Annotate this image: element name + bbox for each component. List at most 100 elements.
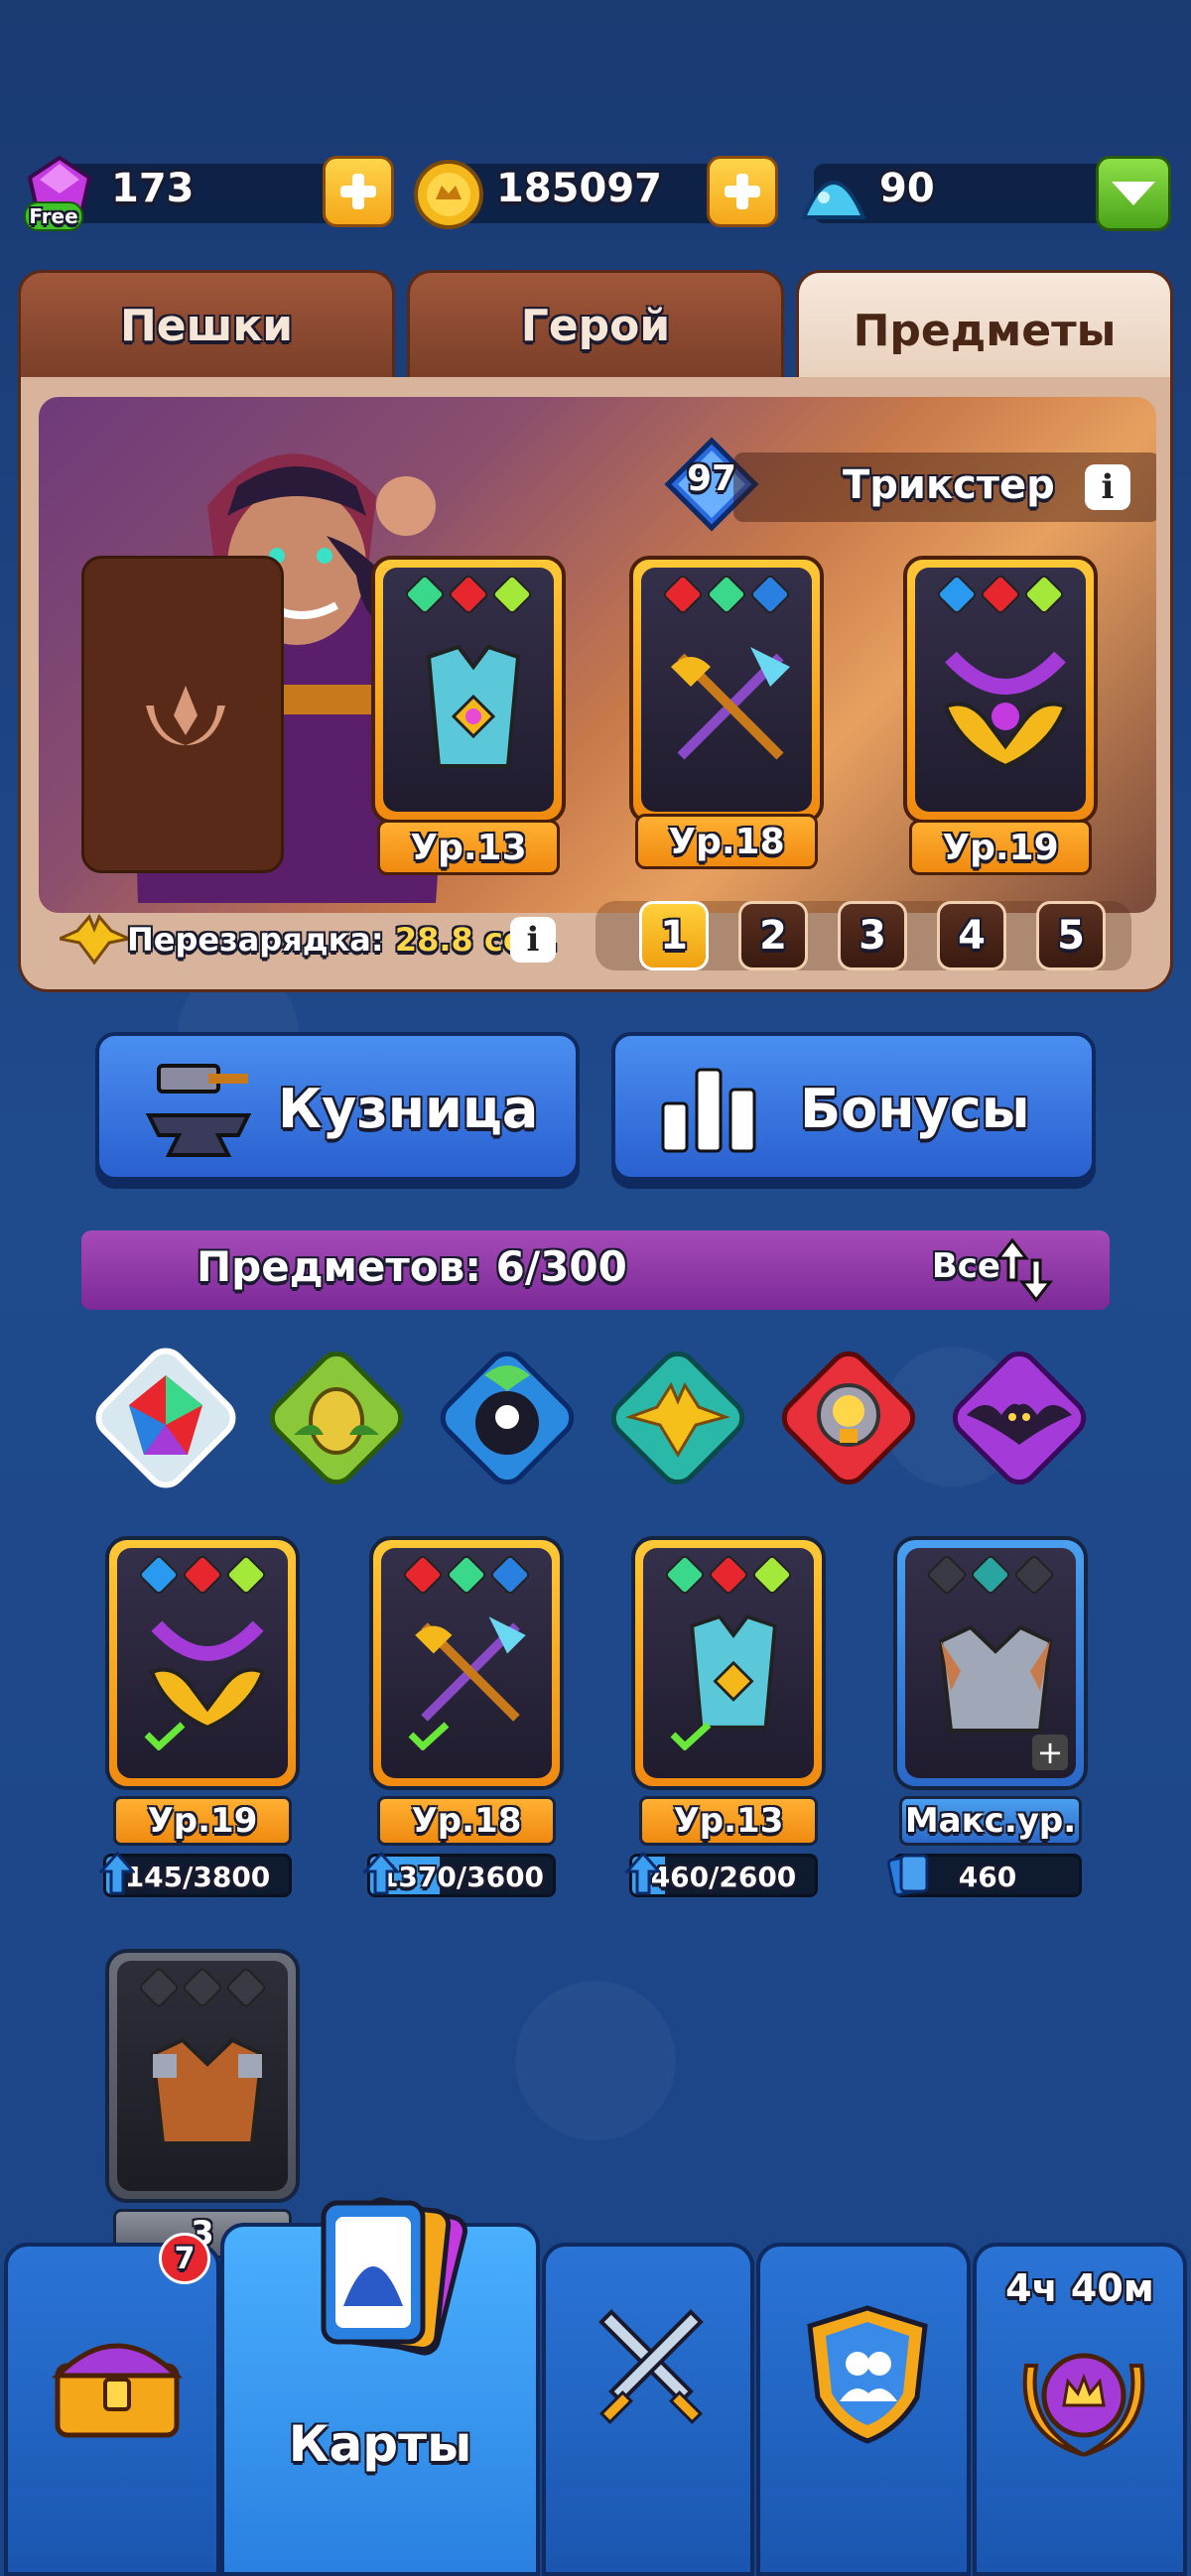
season-laurel-icon bbox=[1022, 2353, 1145, 2457]
bottom-navigation: 7 Карты 4ч 40м bbox=[0, 2197, 1191, 2576]
chest-notification-badge: 7 bbox=[159, 2233, 210, 2284]
equipped-item-armor[interactable] bbox=[371, 556, 566, 824]
tab-items[interactable]: Предметы bbox=[796, 270, 1173, 389]
gem-icon bbox=[663, 1553, 707, 1597]
equipped-check-icon bbox=[670, 1722, 712, 1750]
item-level: Ур.18 bbox=[377, 1796, 556, 1846]
buy-gems-button[interactable] bbox=[323, 156, 394, 227]
gem-sockets bbox=[383, 573, 554, 616]
nav-tab-cards[interactable]: Карты bbox=[220, 2197, 540, 2576]
forge-button[interactable]: Кузница bbox=[95, 1032, 580, 1181]
sort-icon[interactable] bbox=[994, 1236, 1054, 1304]
tab-items-label: Предметы bbox=[853, 306, 1117, 356]
free-badge: Free bbox=[24, 201, 83, 231]
equipped-check-icon bbox=[144, 1722, 186, 1750]
forge-label: Кузница bbox=[278, 1078, 539, 1140]
gem-icon bbox=[445, 1553, 488, 1597]
nav-tab-cards-label: Карты bbox=[288, 2415, 472, 2473]
inventory-item[interactable]: + bbox=[893, 1536, 1088, 1790]
gem-sockets bbox=[641, 573, 812, 616]
amulet-icon bbox=[943, 651, 1068, 769]
empty-equip-slot[interactable] bbox=[81, 556, 284, 873]
gem-icon bbox=[181, 1966, 224, 2009]
gem-icon bbox=[490, 573, 534, 616]
armor-icon bbox=[690, 1614, 777, 1730]
eagle-icon bbox=[60, 914, 129, 966]
gem-icon bbox=[224, 1553, 268, 1597]
tab-pawns[interactable]: Пешки bbox=[18, 270, 395, 379]
equipped-item-axe[interactable] bbox=[629, 556, 824, 824]
buy-coins-button[interactable] bbox=[707, 156, 778, 227]
lightbulb-category-filter[interactable] bbox=[776, 1346, 921, 1490]
hero-info-button[interactable]: i bbox=[1085, 464, 1130, 510]
bat-category-filter[interactable] bbox=[947, 1346, 1092, 1490]
eagle-category-filter[interactable] bbox=[605, 1346, 750, 1490]
flower-category-filter[interactable] bbox=[264, 1346, 409, 1490]
gem-icon bbox=[661, 573, 705, 616]
armor-icon bbox=[426, 644, 521, 768]
inventory-item[interactable] bbox=[631, 1536, 826, 1790]
gem-icon bbox=[137, 1966, 181, 2009]
plus-icon: + bbox=[1032, 1734, 1068, 1771]
inventory-item[interactable] bbox=[369, 1536, 564, 1790]
gem-icon bbox=[705, 573, 748, 616]
inventory-item[interactable] bbox=[105, 1949, 300, 2203]
loadout-slot-3[interactable]: 3 bbox=[838, 901, 907, 970]
equipped-item-level: Ур.19 bbox=[909, 820, 1092, 875]
crystal-icon bbox=[800, 181, 867, 219]
tab-bar: Пешки Герой Предметы bbox=[18, 270, 1173, 389]
gem-icon bbox=[224, 1966, 268, 2009]
recharge-info-button[interactable]: i bbox=[510, 917, 556, 963]
wreath-icon bbox=[146, 686, 225, 745]
tab-hero[interactable]: Герой bbox=[407, 270, 784, 379]
loadout-slot-2[interactable]: 2 bbox=[738, 901, 808, 970]
loadout-slot-1[interactable]: 1 bbox=[639, 901, 709, 970]
currency-bar: Free 173 185097 90 bbox=[20, 154, 1171, 233]
cards-icon bbox=[887, 1854, 929, 1897]
amulet-icon bbox=[149, 1620, 266, 1730]
loadout-slot-5[interactable]: 5 bbox=[1036, 901, 1106, 970]
axe-shovel-icon bbox=[671, 647, 790, 760]
leather-armor-icon bbox=[150, 2037, 265, 2145]
crossed-swords-icon bbox=[598, 2309, 704, 2424]
clan-shield-icon bbox=[807, 2305, 928, 2444]
inventory-item[interactable] bbox=[105, 1536, 300, 1790]
gem-icon bbox=[935, 573, 979, 616]
eight-ball-category-filter[interactable] bbox=[435, 1346, 580, 1490]
steel-armor-icon bbox=[938, 1624, 1053, 1733]
gem-icon bbox=[969, 1553, 1012, 1597]
item-level: Макс.ур. bbox=[899, 1796, 1082, 1846]
nav-tab-chest[interactable] bbox=[4, 2243, 220, 2576]
coins-value: 185097 bbox=[496, 166, 662, 211]
hero-name: Трикстер bbox=[843, 462, 1055, 508]
hero-name-bar: Трикстер i bbox=[733, 452, 1156, 522]
equipped-item-level: Ур.13 bbox=[377, 820, 560, 875]
inventory-filter-label[interactable]: Все bbox=[932, 1246, 1000, 1286]
gem-icon bbox=[447, 573, 490, 616]
gem-icon bbox=[488, 1553, 532, 1597]
nav-tab-season[interactable]: 4ч 40м bbox=[973, 2243, 1187, 2576]
all-categories-filter[interactable] bbox=[93, 1346, 238, 1490]
treasure-chest-icon bbox=[51, 2343, 184, 2438]
gem-icon bbox=[750, 1553, 794, 1597]
gem-icon bbox=[401, 1553, 445, 1597]
season-timer: 4ч 40м bbox=[1005, 2266, 1154, 2310]
item-level: Ур.19 bbox=[113, 1796, 292, 1846]
bonuses-label: Бонусы bbox=[800, 1078, 1030, 1140]
loadout-slot-4[interactable]: 4 bbox=[937, 901, 1006, 970]
equipped-check-icon bbox=[408, 1722, 450, 1750]
crystals-value: 90 bbox=[879, 166, 935, 211]
recharge-label: Перезарядка: 28.8 сек. bbox=[127, 921, 559, 959]
gem-icon bbox=[1022, 573, 1066, 616]
bonuses-button[interactable]: Бонусы bbox=[611, 1032, 1096, 1181]
inventory-count: Предметов: 6/300 bbox=[197, 1242, 627, 1291]
nav-tab-clan[interactable] bbox=[756, 2243, 971, 2576]
gem-sockets bbox=[915, 573, 1086, 616]
upgrade-arrow-icon bbox=[99, 1852, 135, 1895]
upgrade-arrow-icon bbox=[625, 1852, 661, 1895]
equipped-item-amulet[interactable] bbox=[903, 556, 1098, 824]
equipped-item-level: Ур.18 bbox=[635, 814, 818, 869]
gem-icon bbox=[925, 1553, 969, 1597]
nav-tab-battle[interactable] bbox=[542, 2243, 754, 2576]
expand-menu-button[interactable] bbox=[1096, 156, 1171, 231]
